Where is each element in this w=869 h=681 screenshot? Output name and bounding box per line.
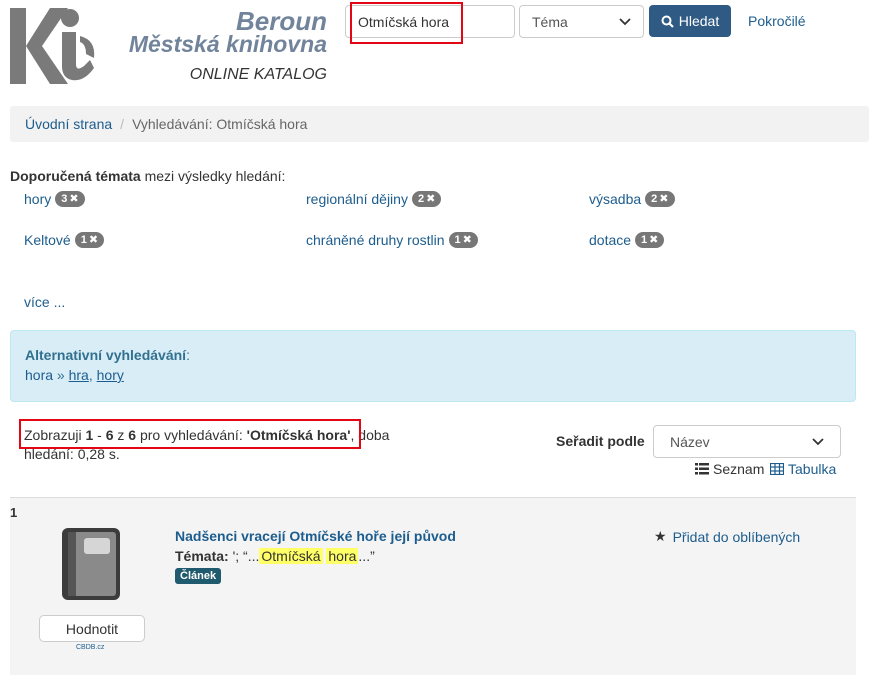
topic-label: výsadba xyxy=(589,191,642,207)
topic-count-badge[interactable]: 1 ✖ xyxy=(448,232,478,248)
results-summary: Zobrazuji 1 - 6 z 6 pro vyhledávání: 'Ot… xyxy=(24,427,390,462)
alternative-search-line: hora » hra, hory xyxy=(25,367,124,383)
list-icon xyxy=(695,463,709,475)
topic-label: dotace xyxy=(589,232,632,248)
view-table-option[interactable]: Tabulka xyxy=(770,461,836,477)
results-total: 6 xyxy=(128,427,137,443)
book-icon[interactable] xyxy=(60,526,124,602)
sort-selected-value: Název xyxy=(670,433,710,450)
remove-icon: ✖ xyxy=(88,234,99,246)
view-list-option[interactable]: Seznam xyxy=(695,461,764,477)
view-table-label: Tabulka xyxy=(788,461,837,477)
alternative-suggestion-link[interactable]: hra xyxy=(69,367,89,383)
rating-source-link[interactable]: CBDB.cz xyxy=(76,644,104,651)
document-type-badge: Článek xyxy=(175,568,222,584)
result-topics: Témata: '; “... Otmíčská hora...” xyxy=(175,548,375,564)
search-button-label: Hledat xyxy=(678,13,720,29)
alternative-suggestion-link[interactable]: hory xyxy=(97,367,124,383)
breadcrumb: Úvodní strana / Vyhledávání: Otmíčská ho… xyxy=(10,106,869,142)
result-item: 1 Hodnotit CBDB.cz Nadšenci vracejí Otmí… xyxy=(10,497,856,675)
topic-count-badge[interactable]: 2 ✖ xyxy=(411,191,442,207)
brand-library-name: Městská knihovna xyxy=(128,31,327,57)
breadcrumb-home-link[interactable]: Úvodní strana xyxy=(25,116,112,132)
search-button[interactable]: Hledat xyxy=(649,5,731,37)
alternative-search-box: Alternativní vyhledávání: hora » hra, ho… xyxy=(10,330,856,402)
search-index-select[interactable]: Téma xyxy=(519,5,644,38)
add-to-favorites-label: Přidat do oblíbených xyxy=(672,528,801,545)
topic-item[interactable]: hory 3 ✖ xyxy=(24,191,85,207)
topic-count-badge[interactable]: 2 ✖ xyxy=(645,191,675,207)
topic-count-badge[interactable]: 1 ✖ xyxy=(635,232,665,248)
topic-count: 2 xyxy=(651,193,658,205)
topic-item[interactable]: výsadba 2 ✖ xyxy=(589,191,675,207)
topic-count: 1 xyxy=(80,234,87,246)
topic-label: hory xyxy=(24,191,52,207)
remove-icon: ✖ xyxy=(426,193,436,205)
remove-icon: ✖ xyxy=(659,193,669,205)
alternative-arrow: » xyxy=(56,367,65,383)
star-icon: ★ xyxy=(654,528,667,544)
breadcrumb-separator: / xyxy=(120,116,125,132)
remove-icon: ✖ xyxy=(462,234,472,246)
search-term-highlight: hora xyxy=(326,548,359,564)
result-title-link[interactable]: Nadšenci vracejí Otmíčské hoře její půvo… xyxy=(175,528,456,544)
alternative-search-title-text: Alternativní vyhledávání xyxy=(25,347,187,363)
more-topics-link[interactable]: více ... xyxy=(24,294,65,310)
brand-subtitle: ONLINE KATALOG xyxy=(189,66,327,83)
topic-item[interactable]: dotace 1 ✖ xyxy=(589,232,665,248)
chevron-down-icon xyxy=(812,437,824,445)
library-logo xyxy=(10,8,95,84)
topic-count: 1 xyxy=(641,234,648,246)
result-number: 1 xyxy=(10,505,18,520)
view-list-label: Seznam xyxy=(713,461,765,477)
topic-label: Keltové xyxy=(24,232,71,248)
sort-label: Seřadit podle xyxy=(556,433,645,449)
add-to-favorites-link[interactable]: ★ Přidat do oblíbených xyxy=(654,528,800,545)
suggested-topics-title-bold: Doporučená témata xyxy=(10,168,141,184)
search-term-highlight: Otmíčská xyxy=(259,548,323,564)
remove-icon: ✖ xyxy=(649,234,659,246)
search-icon xyxy=(661,15,674,28)
rate-button[interactable]: Hodnotit xyxy=(39,615,145,642)
topic-item[interactable]: chráněné druhy rostlin 1 ✖ xyxy=(306,232,478,248)
search-index-value: Téma xyxy=(532,13,568,30)
topic-label: regionální dějiny xyxy=(306,191,408,207)
results-to: 6 xyxy=(105,427,114,443)
topic-item[interactable]: Keltové 1 ✖ xyxy=(24,232,105,248)
topic-label: chráněné druhy rostlin xyxy=(306,232,445,248)
suggested-topics-title-rest: mezi výsledky hledání: xyxy=(140,168,286,184)
advanced-search-link[interactable]: Pokročilé xyxy=(748,13,806,29)
chevron-down-icon xyxy=(619,17,631,25)
topic-count-badge[interactable]: 1 ✖ xyxy=(74,232,105,248)
suggested-topics-title: Doporučená témata mezi výsledky hledání: xyxy=(10,168,285,184)
result-topics-label: Témata: xyxy=(175,548,229,564)
alternative-search-title: Alternativní vyhledávání: xyxy=(25,347,841,363)
sort-select[interactable]: Název xyxy=(653,425,841,458)
alternative-search-title-suffix: : xyxy=(186,347,190,363)
topic-item[interactable]: regionální dějiny 2 ✖ xyxy=(306,191,442,207)
remove-icon: ✖ xyxy=(69,193,79,205)
topic-count: 1 xyxy=(454,234,461,246)
table-icon xyxy=(770,463,784,475)
topic-count: 2 xyxy=(417,193,425,205)
search-input[interactable] xyxy=(345,5,515,38)
breadcrumb-current: Vyhledávání: Otmíčská hora xyxy=(132,116,308,132)
alternative-source-link[interactable]: hora xyxy=(25,367,53,383)
topic-count-badge[interactable]: 3 ✖ xyxy=(55,191,85,207)
topic-count: 3 xyxy=(61,193,68,205)
results-query: 'Otmíčská hora' xyxy=(246,427,351,443)
